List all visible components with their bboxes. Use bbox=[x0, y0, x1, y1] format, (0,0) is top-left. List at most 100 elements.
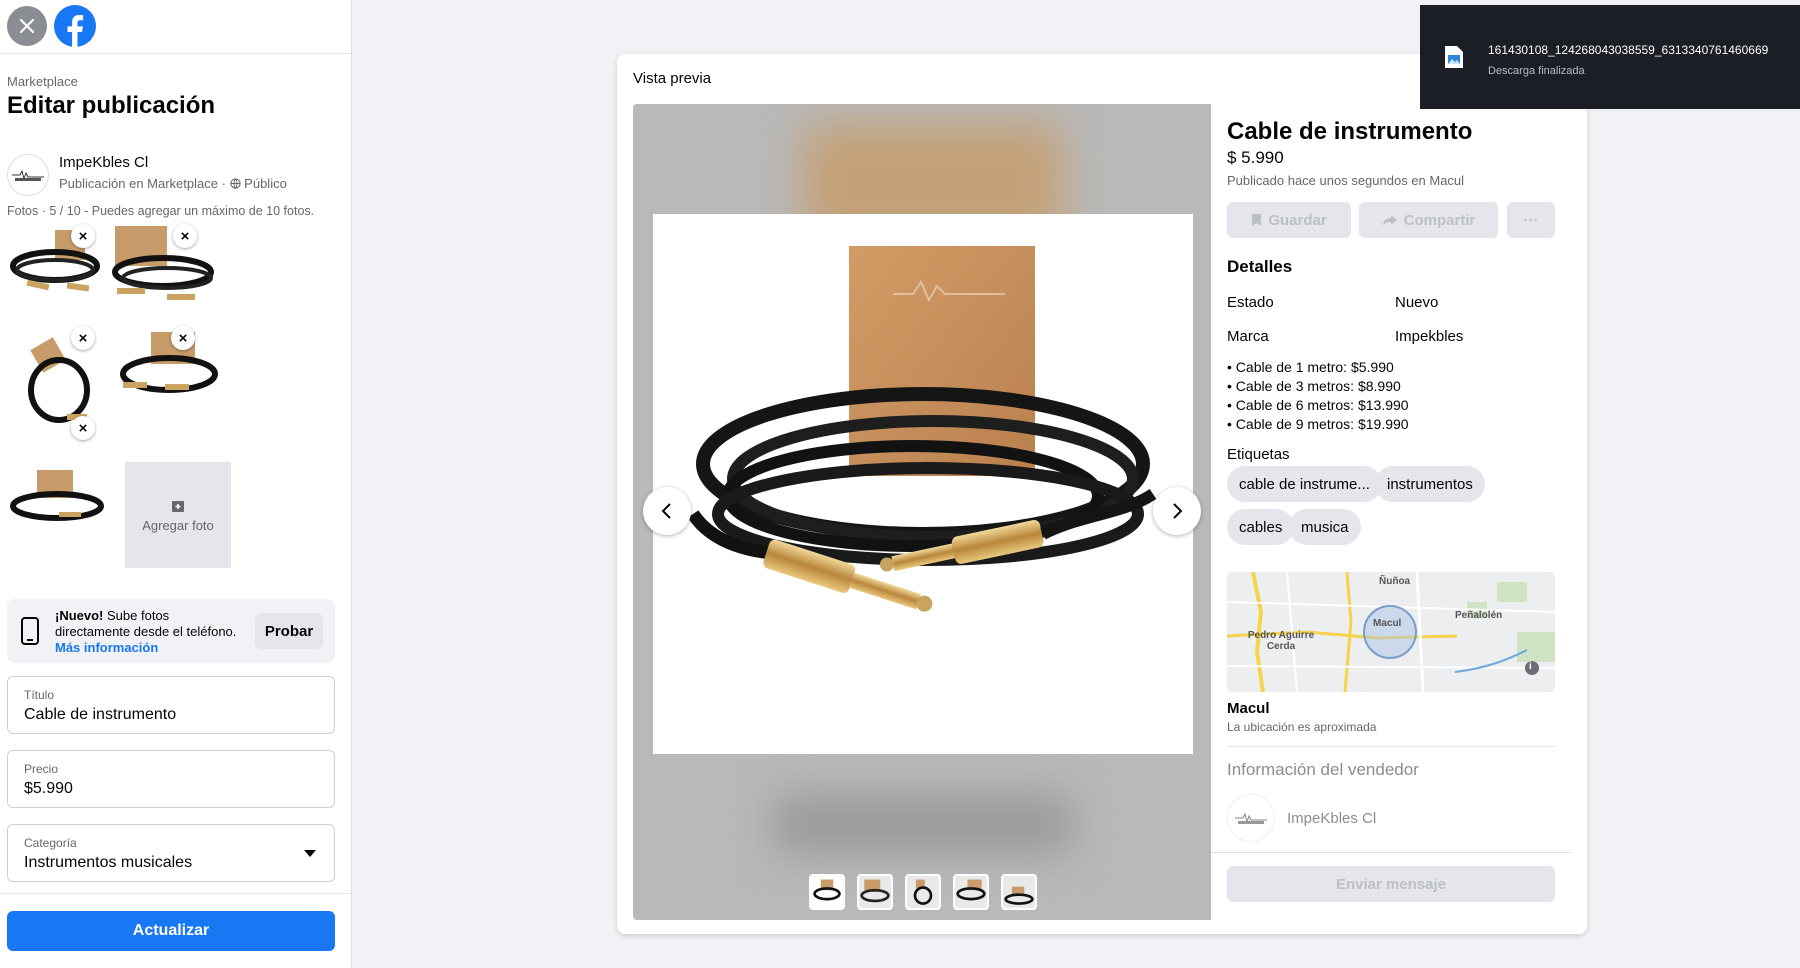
remove-photo-button[interactable]: × bbox=[71, 326, 95, 350]
photo-strip-thumbnail[interactable] bbox=[905, 874, 941, 910]
photo-strip-thumbnail[interactable] bbox=[857, 874, 893, 910]
dropdown-caret-icon[interactable] bbox=[304, 850, 316, 857]
seller-subtitle: Publicación en Marketplace · Público bbox=[59, 176, 287, 191]
map-label: Ñuñoa bbox=[1379, 576, 1411, 587]
cable-photo bbox=[813, 879, 841, 901]
chevron-right-icon bbox=[1173, 503, 1183, 519]
share-label: Compartir bbox=[1403, 211, 1476, 229]
tag-chip[interactable]: instrumentos bbox=[1375, 466, 1485, 502]
map-info-icon[interactable]: i bbox=[1529, 661, 1532, 672]
tag-chip[interactable]: cable de instrume... bbox=[1227, 466, 1382, 502]
share-button[interactable]: Compartir bbox=[1359, 202, 1498, 238]
category-select[interactable]: Categoría Instrumentos musicales bbox=[7, 824, 335, 882]
mobile-upload-promo: ¡Nuevo! Sube fotos directamente desde el… bbox=[7, 599, 335, 663]
cable-photo bbox=[687, 246, 1157, 612]
photo-strip-thumbnail[interactable] bbox=[953, 874, 989, 910]
photo-strip bbox=[809, 874, 1037, 910]
seller-info: ImpeKbles Cl Publicación en Marketplace … bbox=[7, 152, 347, 196]
cable-photo bbox=[10, 470, 104, 521]
details-title: Detalles bbox=[1227, 257, 1293, 276]
try-button[interactable]: Probar bbox=[255, 613, 323, 649]
add-photo-button[interactable]: Agregar foto bbox=[125, 462, 231, 568]
location-note: La ubicación es aproximada bbox=[1227, 720, 1377, 734]
photos-hint: Puedes agregar un máximo de 10 fotos. bbox=[91, 204, 315, 218]
description-line: • Cable de 9 metros: $19.990 bbox=[1227, 416, 1409, 432]
description: • Cable de 1 metro: $5.990 • Cable de 3 … bbox=[1227, 358, 1409, 434]
impekbles-logo-icon bbox=[12, 169, 44, 181]
price-field-value[interactable]: $5.990 bbox=[24, 780, 73, 798]
seller-avatar[interactable] bbox=[1227, 794, 1275, 842]
photo-thumbnail[interactable]: × bbox=[7, 224, 113, 332]
close-button[interactable] bbox=[7, 6, 47, 46]
cable-photo bbox=[956, 879, 986, 901]
listing-preview: Vista previa Cable de instrumento $ 5.99… bbox=[617, 54, 1587, 934]
price-field[interactable]: Precio $5.990 bbox=[7, 750, 335, 808]
update-button[interactable]: Actualizar bbox=[7, 911, 335, 951]
photo-thumbnail[interactable]: × bbox=[109, 222, 215, 328]
location-map[interactable]: Ñuñoa Peñalolén Pedro Aguirre Cerda Macu… bbox=[1227, 572, 1555, 692]
save-label: Guardar bbox=[1268, 211, 1327, 229]
remove-photo-button[interactable]: × bbox=[71, 224, 95, 248]
photo-thumbnail[interactable]: × bbox=[7, 326, 113, 434]
title-field-label: Título bbox=[24, 688, 55, 702]
add-photo-label: Agregar foto bbox=[142, 517, 214, 533]
photo-strip-thumbnail[interactable] bbox=[1001, 874, 1037, 910]
divider bbox=[0, 893, 352, 894]
cable-photo bbox=[860, 879, 890, 903]
add-photo-icon bbox=[172, 500, 184, 512]
photos-count: Fotos · 5 / 10 - Puedes agregar un máxim… bbox=[7, 204, 315, 218]
download-filename: 161430108_124268043038559_63133407614606… bbox=[1488, 43, 1769, 57]
download-notification[interactable]: 161430108_124268043038559_63133407614606… bbox=[1420, 5, 1800, 109]
facebook-logo-icon[interactable] bbox=[54, 5, 96, 47]
photo-strip-thumbnail[interactable] bbox=[809, 874, 845, 910]
divider bbox=[1227, 746, 1555, 747]
cable-photo bbox=[10, 230, 100, 292]
more-options-button[interactable]: ··· bbox=[1507, 202, 1555, 238]
remove-photo-button[interactable]: × bbox=[173, 224, 197, 248]
tag-chip[interactable]: musica bbox=[1289, 509, 1361, 545]
remove-photo-button[interactable]: × bbox=[71, 416, 95, 440]
seller-avatar[interactable] bbox=[7, 154, 49, 196]
previous-photo-button[interactable] bbox=[643, 487, 691, 535]
next-photo-button[interactable] bbox=[1153, 487, 1201, 535]
description-line: • Cable de 3 metros: $8.990 bbox=[1227, 378, 1401, 394]
photos-label: Fotos bbox=[7, 204, 39, 218]
map-label: Macul bbox=[1373, 618, 1402, 629]
product-price: $ 5.990 bbox=[1227, 148, 1284, 167]
description-line: • Cable de 6 metros: $13.990 bbox=[1227, 397, 1409, 413]
listing-type: Publicación en Marketplace · bbox=[59, 176, 226, 191]
image-file-icon bbox=[1445, 46, 1463, 68]
seller-name[interactable]: ImpeKbles Cl bbox=[1287, 810, 1376, 827]
promo-new-label: ¡Nuevo! bbox=[55, 608, 104, 623]
impekbles-logo-icon bbox=[1235, 812, 1267, 824]
cable-photo bbox=[28, 337, 90, 423]
category-field-value[interactable]: Instrumentos musicales bbox=[24, 854, 192, 872]
tags-title: Etiquetas bbox=[1227, 446, 1290, 463]
seller-name[interactable]: ImpeKbles Cl bbox=[59, 154, 148, 171]
detail-key: Marca bbox=[1227, 328, 1269, 345]
title-field-value[interactable]: Cable de instrumento bbox=[24, 706, 176, 724]
category-field-label: Categoría bbox=[24, 836, 77, 850]
product-title: Cable de instrumento bbox=[1227, 118, 1473, 145]
listing-info-panel: Cable de instrumento $ 5.990 Publicado h… bbox=[1211, 104, 1571, 920]
detail-row: Estado Nuevo bbox=[1227, 294, 1438, 311]
share-icon bbox=[1382, 214, 1397, 226]
published-info: Publicado hace unos segundos en Macul bbox=[1227, 173, 1465, 188]
description-line: • Cable de 1 metro: $5.990 bbox=[1227, 359, 1394, 375]
title-field[interactable]: Título Cable de instrumento bbox=[7, 676, 335, 734]
tag-chip[interactable]: cables bbox=[1227, 509, 1295, 545]
divider bbox=[1211, 852, 1571, 853]
phone-icon bbox=[21, 617, 39, 645]
send-message-button[interactable]: Enviar mensaje bbox=[1227, 866, 1555, 902]
audience-label[interactable]: Público bbox=[244, 176, 287, 191]
cable-photo bbox=[1004, 886, 1034, 905]
map-label: Peñalolén bbox=[1455, 610, 1503, 621]
remove-photo-button[interactable]: × bbox=[171, 326, 195, 350]
save-button[interactable]: Guardar bbox=[1227, 202, 1351, 238]
close-icon bbox=[19, 18, 35, 34]
photo-thumbnail[interactable]: × bbox=[7, 416, 113, 538]
detail-value: Nuevo bbox=[1395, 294, 1439, 311]
photo-thumbnail[interactable]: × bbox=[113, 326, 219, 434]
more-info-link[interactable]: Más información bbox=[55, 640, 158, 655]
seller-section-title: Información del vendedor bbox=[1227, 760, 1419, 779]
